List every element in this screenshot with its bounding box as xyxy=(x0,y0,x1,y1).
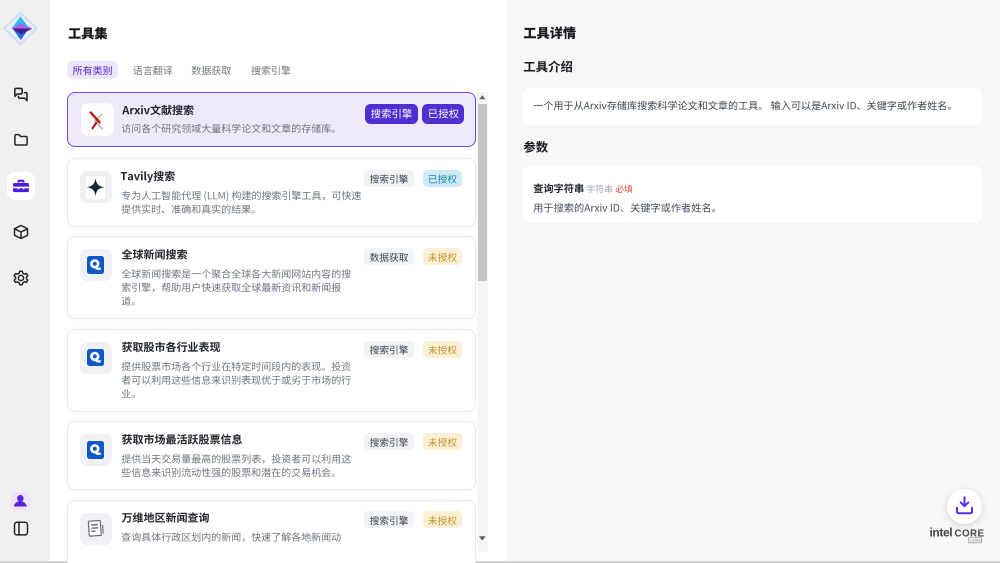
svg-text:intel: intel xyxy=(930,526,953,540)
svg-text:ULTRA: ULTRA xyxy=(970,539,981,543)
